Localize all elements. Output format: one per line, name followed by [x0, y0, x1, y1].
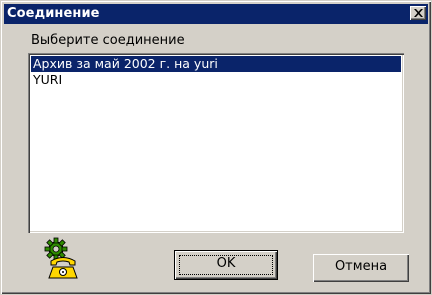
select-connection-label: Выберите соединение [31, 33, 185, 48]
connection-phone-gear-icon [41, 237, 85, 281]
window-title: Соединение [7, 6, 100, 21]
ok-button[interactable]: OK [175, 251, 277, 279]
close-button[interactable] [410, 6, 426, 20]
connection-list[interactable]: Архив за май 2002 г. на yuri YURI [28, 53, 404, 233]
list-item[interactable]: Архив за май 2002 г. на yuri [31, 56, 401, 72]
cancel-button[interactable]: Отмена [313, 254, 409, 282]
title-bar[interactable]: Соединение [4, 4, 428, 24]
connection-dialog: Соединение Выберите соединение Архив за … [0, 0, 432, 295]
ok-button-label: OK [216, 256, 236, 271]
close-icon [414, 9, 423, 17]
cancel-button-label: Отмена [334, 259, 388, 274]
list-item[interactable]: YURI [31, 72, 62, 88]
